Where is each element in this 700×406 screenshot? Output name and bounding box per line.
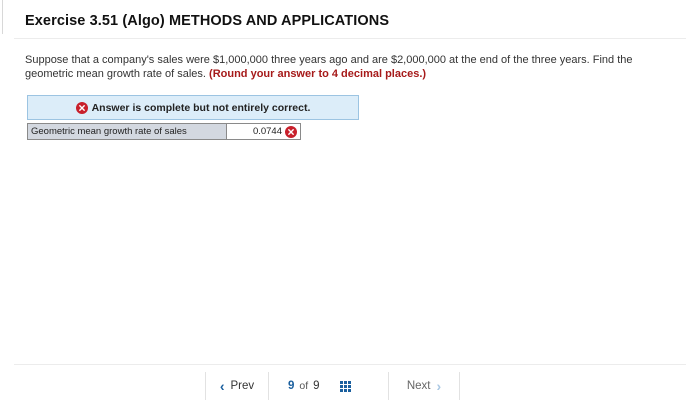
page-of-label: of — [299, 380, 309, 392]
next-label: Next — [406, 380, 431, 392]
next-button[interactable]: Next › — [389, 378, 459, 394]
prev-label: Prev — [230, 380, 255, 392]
nav-divider — [459, 372, 460, 400]
answer-table: Geometric mean growth rate of sales 0.07… — [27, 123, 301, 140]
answer-field[interactable]: 0.0744 — [226, 123, 301, 140]
total-pages: 9 — [313, 380, 320, 392]
footer-divider — [14, 364, 686, 365]
page-indicator: 9 of 9 — [269, 380, 388, 392]
answer-value: 0.0744 — [252, 126, 282, 137]
question-instruction: (Round your answer to 4 decimal places.) — [209, 68, 427, 80]
x-circle-icon — [75, 101, 88, 114]
grid-icon[interactable] — [339, 380, 351, 392]
feedback-status-text: Answer is complete but not entirely corr… — [91, 101, 311, 114]
answer-label: Geometric mean growth rate of sales — [27, 123, 227, 140]
exercise-page: Exercise 3.51 (Algo) METHODS AND APPLICA… — [0, 0, 700, 406]
chevron-left-icon: ‹ — [219, 378, 225, 394]
x-circle-icon — [285, 126, 297, 138]
prev-button[interactable]: ‹ Prev — [206, 378, 268, 394]
question-text: Suppose that a company's sales were $1,0… — [25, 53, 665, 81]
pagination-bar: ‹ Prev 9 of 9 Next › — [205, 372, 460, 400]
chevron-right-icon: › — [436, 378, 442, 394]
table-row: Geometric mean growth rate of sales 0.07… — [27, 123, 301, 140]
left-divider — [2, 0, 3, 34]
title-divider — [14, 38, 686, 39]
exercise-title: Exercise 3.51 (Algo) METHODS AND APPLICA… — [25, 13, 390, 29]
current-page: 9 — [288, 380, 295, 392]
feedback-status-banner: Answer is complete but not entirely corr… — [27, 95, 359, 120]
